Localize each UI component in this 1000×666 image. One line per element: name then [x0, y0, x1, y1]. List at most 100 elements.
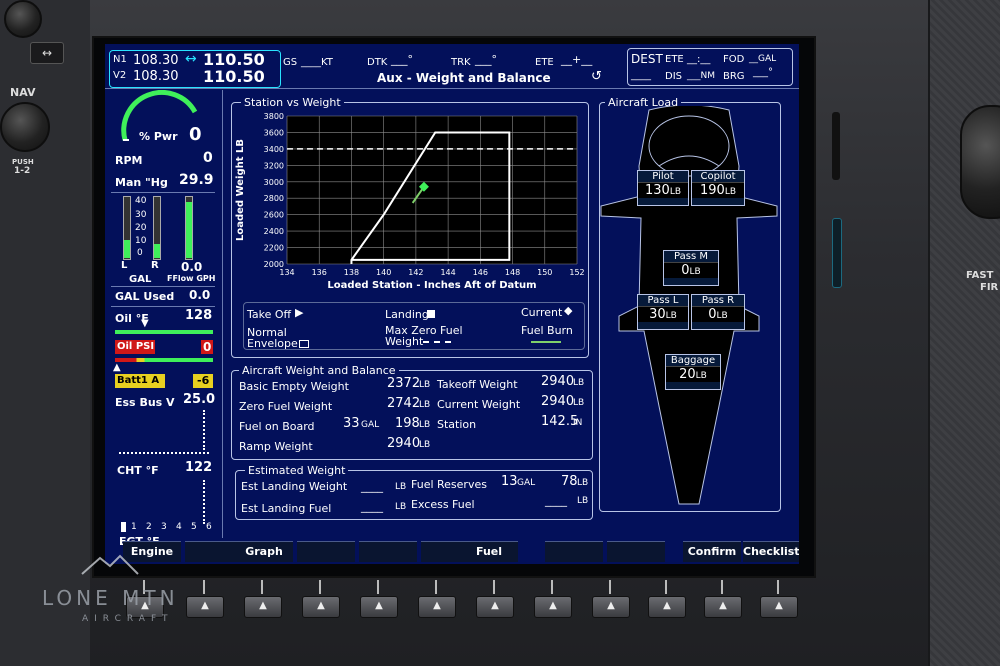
fuel-left-fill	[124, 240, 130, 258]
passm-label: Pass M	[674, 251, 708, 262]
hardware-softkey-tick	[493, 580, 495, 594]
chart-y-tick-label: 3200	[264, 161, 284, 170]
hardware-softkey-5[interactable]: ▲	[360, 596, 398, 618]
oil-f-value: 128	[185, 308, 213, 323]
pilot-label: Pilot	[652, 171, 674, 182]
watermark-name: LONE MTN	[42, 586, 179, 610]
softkey-checklist[interactable]: Checklist	[743, 541, 799, 562]
brg-value: ___°	[753, 67, 773, 78]
seat-copilot[interactable]: Copilot 190LB	[691, 170, 745, 206]
scroll-wheel-upper[interactable]	[832, 112, 840, 180]
excess-unit: LB	[577, 496, 589, 506]
dtk-value: ___°	[391, 53, 413, 66]
hardware-softkey-6[interactable]: ▲	[418, 596, 456, 618]
man-value: 29.9	[179, 172, 214, 188]
nav1-label: N1	[113, 54, 127, 65]
seat-pass-m[interactable]: Pass M 0LB	[663, 250, 719, 286]
chart-y-tick-label: 2800	[264, 194, 284, 203]
com-knob[interactable]	[4, 0, 42, 38]
nav-label: NAV	[10, 86, 36, 99]
seat-baggage[interactable]: Baggage 20LB	[665, 354, 721, 390]
hardware-softkey-12[interactable]: ▲	[760, 596, 798, 618]
fuel-right-fill	[154, 244, 160, 258]
egt-scale	[201, 480, 205, 524]
passm-value: 0	[681, 263, 690, 278]
fob-gal-unit: GAL	[361, 420, 380, 430]
softkey-8[interactable]	[545, 541, 603, 562]
cyl-number-3: 3	[161, 522, 167, 532]
hardware-softkey-9[interactable]: ▲	[592, 596, 630, 618]
oil-psi-label: Oil PSI	[117, 341, 155, 352]
takeoff-unit: LB	[573, 378, 585, 388]
cyl-1-bar	[121, 522, 126, 532]
rpm-label: RPM	[115, 154, 143, 167]
passl-label: Pass L	[647, 295, 679, 306]
softkey-5[interactable]	[359, 541, 417, 562]
gal-used-value: 0.0	[189, 288, 211, 302]
est-landing-fuel-unit: LB	[395, 502, 407, 512]
chart-x-tick-label: 138	[344, 268, 359, 277]
dis-value: ____	[631, 70, 651, 81]
softkey-confirm[interactable]: Confirm	[683, 541, 741, 562]
rpm-value: 0	[203, 150, 213, 166]
fob-label: Fuel on Board	[239, 420, 315, 433]
hardware-softkey-7[interactable]: ▲	[476, 596, 514, 618]
oil-psi-value: 0	[203, 340, 212, 354]
watermark-mountain-icon	[81, 554, 139, 575]
hardware-softkey-tick	[319, 580, 321, 594]
left-control-strip	[0, 0, 90, 666]
hardware-softkey-11[interactable]: ▲	[704, 596, 742, 618]
hardware-softkey-tick	[777, 580, 779, 594]
est-title: Estimated Weight	[245, 464, 349, 477]
legend-fuelburn-line	[531, 341, 561, 343]
engine-strip: % Pwr 0 RPM 0 Man "Hg 29.9 40 30 20 10 0…	[105, 90, 221, 538]
softkey-4[interactable]	[297, 541, 355, 562]
basic-empty-label: Basic Empty Weight	[239, 380, 349, 393]
page-cycle-icon[interactable]: ↺	[591, 69, 602, 84]
fast-label: FAST	[966, 270, 994, 281]
passr-label: Pass R	[701, 295, 735, 306]
chart-x-tick-label: 144	[440, 268, 455, 277]
est-landing-weight-label: Est Landing Weight	[241, 480, 348, 493]
nav-knob[interactable]	[0, 102, 50, 152]
chart-y-tick-label: 3600	[264, 128, 284, 137]
nav2-label: V2	[113, 70, 127, 81]
ete-label: ETE	[535, 57, 554, 68]
right-knob[interactable]	[960, 105, 1000, 219]
fob-gal-value: 33	[343, 416, 360, 431]
hardware-softkey-8[interactable]: ▲	[534, 596, 572, 618]
nav1-swap-arrow: ↔	[185, 51, 197, 67]
hardware-softkey-3[interactable]: ▲	[244, 596, 282, 618]
softkey-bar: Engine Graph Fuel Confirm Checklist	[105, 539, 799, 564]
aircraft-outline	[600, 106, 778, 505]
current-weight-value: 2940	[541, 394, 575, 409]
fuel-scale-20: 20	[135, 223, 147, 233]
chart-y-tick-label: 3000	[264, 178, 284, 187]
fflow-label: FFlow GPH	[167, 274, 216, 283]
fuel-scale-0: 0	[137, 248, 143, 258]
softkey-9[interactable]	[607, 541, 665, 562]
passl-value: 30	[649, 307, 666, 322]
station-unit: IN	[573, 418, 583, 428]
scroll-wheel-lower[interactable]	[832, 218, 842, 288]
seat-pass-r[interactable]: Pass R 0LB	[691, 294, 745, 330]
galused-divider	[111, 306, 215, 307]
hardware-softkey-10[interactable]: ▲	[648, 596, 686, 618]
hardware-softkey-2[interactable]: ▲	[186, 596, 224, 618]
seat-pass-l[interactable]: Pass L 30LB	[637, 294, 689, 330]
freq-swap-button[interactable]: ↔	[30, 42, 64, 64]
hardware-softkey-4[interactable]: ▲	[302, 596, 340, 618]
ramp-unit: LB	[419, 440, 431, 450]
cyl-number-6: 6	[206, 522, 212, 532]
fuel-scale-30: 30	[135, 210, 147, 220]
nav1-active: 108.30	[133, 53, 179, 68]
brg-label: BRG	[723, 71, 745, 82]
current-weight-label: Current Weight	[437, 398, 521, 411]
softkey-fuel[interactable]: Fuel	[460, 541, 518, 562]
seat-pilot[interactable]: Pilot 130LB	[637, 170, 689, 206]
softkey-graph[interactable]: Graph	[235, 541, 293, 562]
legend-landing-square	[427, 310, 435, 318]
fob-lb-unit: LB	[419, 420, 431, 430]
hardware-softkey-tick	[261, 580, 263, 594]
est-landing-fuel-value: ____	[361, 500, 383, 513]
